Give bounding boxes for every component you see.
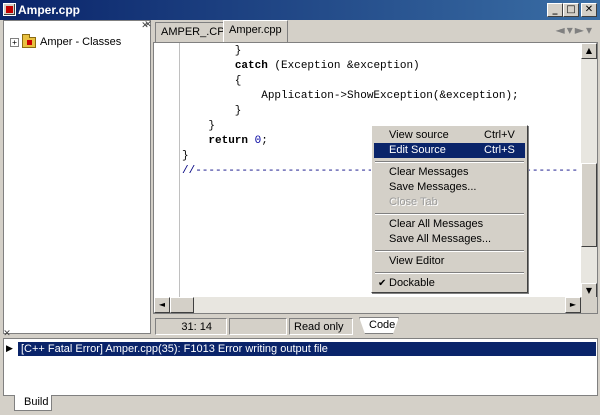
horizontal-scroll-thumb[interactable]	[170, 297, 194, 313]
horizontal-scrollbar[interactable]: ◄ ►	[154, 297, 581, 313]
modified-indicator	[229, 318, 287, 335]
tab-navigation-icons[interactable]: ◄▾►▾	[555, 23, 594, 37]
code-keyword: return	[208, 135, 249, 147]
title-bar: Amper.cpp _ □ ✕	[0, 0, 600, 20]
menu-item-dockable[interactable]: ✔ Dockable	[374, 276, 525, 291]
scroll-right-icon[interactable]: ►	[565, 297, 581, 313]
cursor-position: 31: 14	[155, 318, 227, 335]
menu-item-clear-messages[interactable]: Clear Messages	[374, 165, 525, 180]
tab-code[interactable]: Code	[359, 317, 399, 334]
minimize-icon[interactable]: _	[547, 3, 563, 17]
scroll-up-icon[interactable]: ▲	[581, 43, 597, 59]
menu-separator	[375, 272, 524, 274]
menu-item-edit-source[interactable]: Edit Source Ctrl+S	[374, 143, 525, 158]
message-pointer-icon: ▶	[6, 344, 13, 354]
menu-item-save-all-messages[interactable]: Save All Messages...	[374, 232, 525, 247]
scroll-left-icon[interactable]: ◄	[154, 297, 170, 313]
panel-close-icon[interactable]: ✕	[2, 330, 12, 340]
tree-item-amper-classes[interactable]: + Amper - Classes	[10, 33, 122, 49]
editor-tab-strip: ✕ AMPER_.CPP Amper.cpp ◄▾►▾	[144, 20, 598, 42]
class-tree-panel: ✕ + Amper - Classes	[3, 20, 151, 334]
code-line: Application->ShowException(&exception);	[182, 90, 519, 102]
editor-status-bar: 31: 14 Read only Code	[153, 316, 598, 336]
code-line: }	[182, 45, 242, 57]
code-line: }	[182, 120, 216, 132]
menu-separator	[375, 161, 524, 163]
class-folder-icon	[22, 33, 36, 48]
maximize-icon[interactable]: □	[563, 3, 579, 17]
window-title: Amper.cpp	[18, 3, 81, 17]
app-icon	[3, 3, 16, 16]
vertical-scrollbar[interactable]: ▲ ▼	[581, 43, 597, 299]
checkmark-icon: ✔	[378, 278, 387, 289]
code-line: catch (Exception &exception)	[234, 60, 420, 72]
panel-close-icon[interactable]: ✕	[143, 21, 153, 31]
code-line: {	[182, 75, 242, 87]
message-row[interactable]: [C++ Fatal Error] Amper.cpp(35): F1013 E…	[18, 342, 596, 356]
menu-item-close-tab: Close Tab	[389, 196, 438, 208]
tree-item-label: Amper - Classes	[40, 36, 122, 48]
code-line: }	[182, 150, 189, 162]
menu-item-clear-all-messages[interactable]: Clear All Messages	[374, 217, 525, 232]
context-menu: View source Ctrl+V Edit Source Ctrl+S Clea…	[371, 125, 528, 293]
scroll-corner	[581, 297, 597, 313]
menu-separator	[375, 250, 524, 252]
editor-gutter	[154, 43, 180, 299]
tab-build[interactable]: Build	[14, 395, 52, 411]
code-keyword: catch	[234, 60, 268, 72]
vertical-scroll-thumb[interactable]	[581, 163, 597, 247]
tab-amper-cpp[interactable]: Amper.cpp	[223, 20, 288, 42]
code-line: return 0;	[208, 135, 268, 147]
read-only-indicator: Read only	[289, 318, 353, 335]
menu-item-view-editor[interactable]: View Editor	[374, 254, 525, 269]
menu-item-save-messages[interactable]: Save Messages...	[374, 180, 525, 195]
expand-icon[interactable]: +	[10, 37, 19, 47]
close-icon[interactable]: ✕	[581, 3, 597, 17]
menu-item-view-source[interactable]: View source Ctrl+V	[374, 128, 525, 143]
menu-separator	[375, 213, 524, 215]
code-line: }	[182, 105, 242, 117]
message-pane[interactable]: ✕ ▶ [C++ Fatal Error] Amper.cpp(35): F10…	[3, 330, 598, 396]
